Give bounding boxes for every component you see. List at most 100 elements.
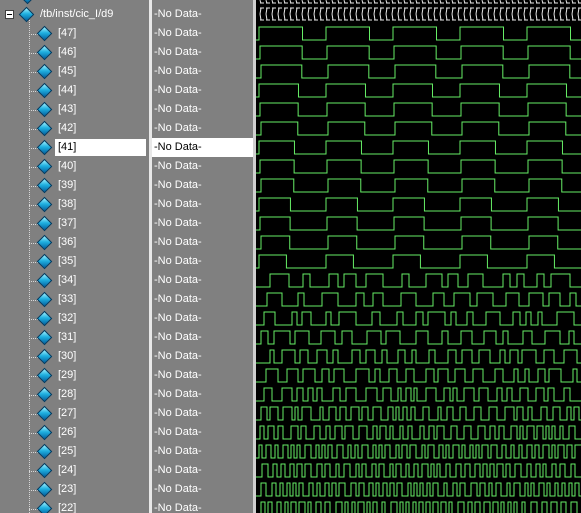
signal-row[interactable]: [33] bbox=[0, 290, 149, 309]
waveform-canvas[interactable] bbox=[256, 0, 581, 513]
signal-value: -No Data- bbox=[154, 122, 202, 134]
signal-row[interactable]: [29] bbox=[0, 366, 149, 385]
signal-row[interactable]: [35] bbox=[0, 252, 149, 271]
signal-diamond-icon bbox=[36, 348, 53, 365]
signal-row-root[interactable]: /tb/inst/cic_I/d9 bbox=[0, 5, 149, 24]
signal-name: [30] bbox=[58, 350, 77, 362]
signal-diamond-icon bbox=[36, 405, 53, 422]
signal-value: -No Data- bbox=[154, 464, 202, 476]
signal-diamond-icon bbox=[36, 367, 53, 384]
signal-diamond-icon bbox=[36, 158, 53, 175]
signal-row[interactable]: [41] bbox=[0, 138, 149, 157]
waveform-pane[interactable] bbox=[256, 0, 581, 513]
signal-diamond-icon bbox=[36, 310, 53, 327]
signal-waveform bbox=[256, 159, 581, 174]
signal-waveform bbox=[256, 254, 581, 269]
signal-diamond-icon bbox=[36, 329, 53, 346]
signal-diamond-icon bbox=[36, 253, 53, 270]
signal-name: [41] bbox=[55, 139, 146, 156]
signal-value: -No Data- bbox=[154, 160, 202, 172]
signal-name: [22] bbox=[58, 502, 77, 513]
signal-row[interactable]: [24] bbox=[0, 461, 149, 480]
signal-row[interactable]: [31] bbox=[0, 328, 149, 347]
signal-row[interactable]: [42] bbox=[0, 119, 149, 138]
signal-waveform bbox=[256, 292, 581, 307]
signal-name: [28] bbox=[58, 388, 77, 400]
signal-name: [34] bbox=[58, 274, 77, 286]
signal-diamond-icon bbox=[36, 177, 53, 194]
signal-value: -No Data- bbox=[154, 8, 202, 20]
signal-name: [40] bbox=[58, 160, 77, 172]
signal-value: -No Data- bbox=[154, 445, 202, 457]
signal-value-pane: -No Data- -No Data- -No Data- -No Data- -No… bbox=[152, 0, 253, 513]
signal-waveform bbox=[256, 102, 581, 117]
signal-name: [38] bbox=[58, 198, 77, 210]
signal-row[interactable]: [37] bbox=[0, 214, 149, 233]
collapse-icon[interactable] bbox=[5, 10, 14, 19]
signal-row[interactable]: [45] bbox=[0, 62, 149, 81]
signal-waveform bbox=[256, 482, 581, 497]
signal-value: -No Data- bbox=[154, 217, 202, 229]
signal-row[interactable]: [40] bbox=[0, 157, 149, 176]
signal-value: -No Data- bbox=[154, 103, 202, 115]
signal-waveform bbox=[256, 273, 581, 288]
signal-diamond-icon bbox=[36, 443, 53, 460]
signal-value: -No Data- bbox=[154, 236, 202, 248]
signal-name: [35] bbox=[58, 255, 77, 267]
signal-name: [31] bbox=[58, 331, 77, 343]
signal-row[interactable]: [30] bbox=[0, 347, 149, 366]
signal-value: -No Data- bbox=[154, 369, 202, 381]
signal-waveform bbox=[256, 83, 581, 98]
signal-name: [23] bbox=[58, 483, 77, 495]
signal-row[interactable]: [27] bbox=[0, 404, 149, 423]
signal-value: -No Data- bbox=[154, 198, 202, 210]
signal-name: [44] bbox=[58, 84, 77, 96]
signal-row[interactable]: [39] bbox=[0, 176, 149, 195]
signal-diamond-icon bbox=[36, 101, 53, 118]
signal-row[interactable]: [26] bbox=[0, 423, 149, 442]
signal-waveform bbox=[256, 368, 581, 383]
signal-waveform bbox=[260, 501, 578, 513]
signal-row[interactable]: [22] bbox=[0, 499, 149, 513]
signal-waveform bbox=[256, 330, 581, 345]
signal-row[interactable]: [32] bbox=[0, 309, 149, 328]
signal-row[interactable]: [25] bbox=[0, 442, 149, 461]
signal-value: -No Data- bbox=[154, 293, 202, 305]
signal-waveform bbox=[256, 311, 581, 326]
signal-row[interactable]: [46] bbox=[0, 43, 149, 62]
signal-name: [39] bbox=[58, 179, 77, 191]
signal-row[interactable]: [36] bbox=[0, 233, 149, 252]
signal-waveform bbox=[256, 387, 581, 402]
signal-value: -No Data- bbox=[152, 138, 253, 157]
signal-row[interactable]: [47] bbox=[0, 24, 149, 43]
signal-name: [37] bbox=[58, 217, 77, 229]
signal-row[interactable]: [44] bbox=[0, 81, 149, 100]
signal-row[interactable]: [43] bbox=[0, 100, 149, 119]
signal-waveform bbox=[256, 349, 581, 364]
signal-name: [33] bbox=[58, 293, 77, 305]
signal-diamond-icon bbox=[19, 0, 36, 5]
signal-diamond-icon bbox=[36, 25, 53, 42]
signal-value: -No Data- bbox=[154, 274, 202, 286]
signal-name: [24] bbox=[58, 464, 77, 476]
signal-diamond-icon bbox=[36, 386, 53, 403]
signal-waveform bbox=[256, 235, 581, 250]
signal-diamond-icon bbox=[36, 424, 53, 441]
signal-diamond-icon bbox=[36, 462, 53, 479]
signal-row[interactable]: [23] bbox=[0, 480, 149, 499]
signal-row[interactable]: [28] bbox=[0, 385, 149, 404]
signal-waveform bbox=[256, 444, 581, 459]
signal-waveform bbox=[256, 216, 581, 231]
signal-value: -No Data- bbox=[154, 483, 202, 495]
signal-diamond-icon bbox=[36, 215, 53, 232]
signal-waveform bbox=[256, 45, 581, 60]
signal-diamond-icon bbox=[36, 44, 53, 61]
signal-value: -No Data- bbox=[154, 331, 202, 343]
signal-row[interactable]: [38] bbox=[0, 195, 149, 214]
signal-waveform bbox=[256, 406, 581, 421]
signal-diamond-icon bbox=[36, 234, 53, 251]
signal-name: [47] bbox=[58, 27, 77, 39]
signal-row[interactable]: [34] bbox=[0, 271, 149, 290]
signal-value: -No Data- bbox=[154, 502, 202, 513]
signal-waveform bbox=[256, 64, 581, 79]
